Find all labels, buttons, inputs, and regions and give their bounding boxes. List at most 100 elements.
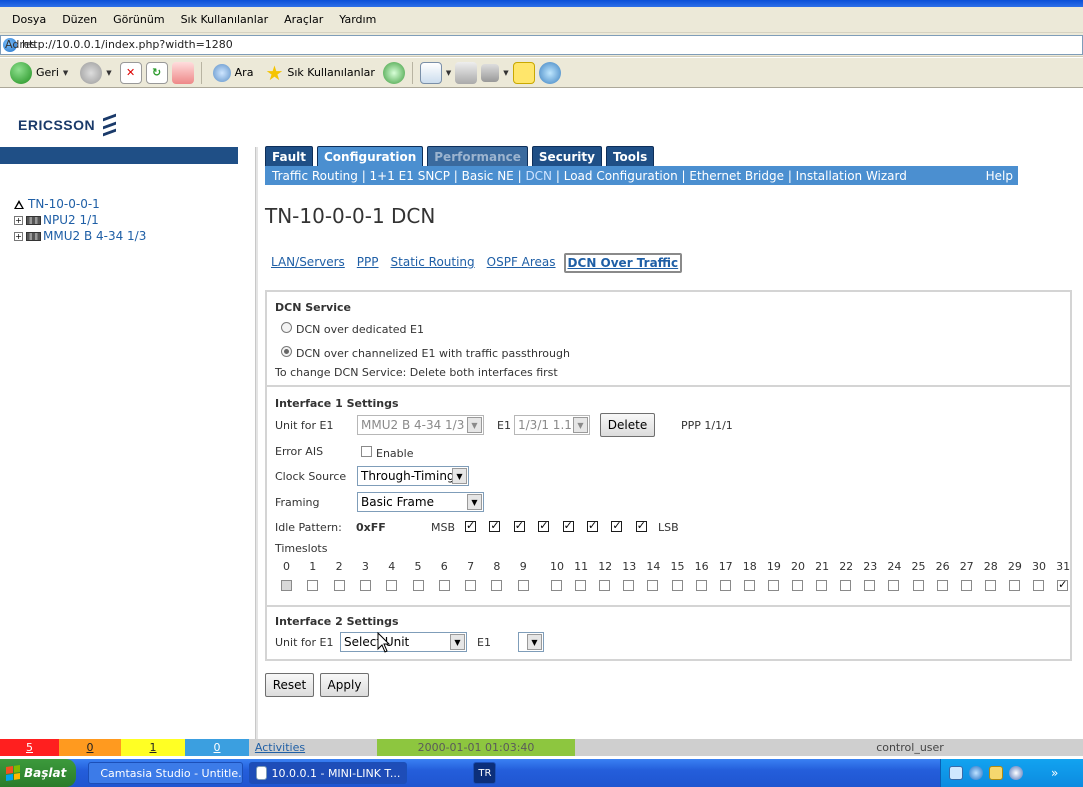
address-input[interactable]: http://10.0.0.1/index.php?width=1280 <box>0 34 1083 55</box>
subtab-lan-servers[interactable]: LAN/Servers <box>267 253 349 273</box>
chevron-down-icon[interactable]: ▼ <box>450 634 465 650</box>
timeslot-checkbox[interactable] <box>491 580 503 591</box>
forward-button[interactable]: ▼ <box>76 60 115 86</box>
search-button[interactable]: Ara <box>209 62 258 84</box>
tree-npu-label[interactable]: NPU2 1/1 <box>43 213 99 227</box>
timeslot-checkbox[interactable] <box>816 580 828 591</box>
timeslot-checkbox[interactable] <box>888 580 900 591</box>
timeslot-checkbox[interactable] <box>864 580 876 591</box>
timeslot-checkbox[interactable] <box>465 580 477 591</box>
timeslot-checkbox[interactable] <box>960 580 972 591</box>
chevron-down-icon[interactable]: ▼ <box>106 69 111 77</box>
tab-security[interactable]: Security <box>531 146 602 166</box>
refresh-icon[interactable]: ↻ <box>145 61 168 84</box>
chevron-down-icon[interactable]: ▼ <box>503 69 508 77</box>
taskbar-item-browser[interactable]: 10.0.0.1 - MINI-LINK T... <box>249 762 408 784</box>
error-ais-checkbox[interactable] <box>361 446 372 457</box>
menu-view[interactable]: Görünüm <box>105 13 172 26</box>
timeslot-checkbox[interactable] <box>333 580 345 591</box>
timeslot-checkbox[interactable] <box>719 580 731 591</box>
menu-edit[interactable]: Düzen <box>54 13 105 26</box>
timeslot-checkbox[interactable] <box>695 580 707 591</box>
idle-bit-checkbox[interactable] <box>562 519 574 532</box>
timeslot-checkbox[interactable] <box>438 580 450 591</box>
mail-icon[interactable] <box>419 61 442 84</box>
chevron-down-icon[interactable]: ▼ <box>63 69 68 77</box>
timeslot-checkbox[interactable] <box>517 580 529 591</box>
timeslot-checkbox[interactable] <box>936 580 948 591</box>
idle-bit-checkbox[interactable] <box>538 519 550 532</box>
note-icon[interactable] <box>512 61 535 84</box>
timeslot-checkbox[interactable] <box>386 580 398 591</box>
tab-tools[interactable]: Tools <box>605 146 655 166</box>
subnav-sncp[interactable]: 1+1 E1 SNCP <box>370 169 450 183</box>
timeslot-checkbox[interactable] <box>984 580 996 591</box>
start-button[interactable]: Başlat <box>0 759 77 787</box>
expand-icon[interactable]: + <box>14 215 23 225</box>
home-icon[interactable] <box>171 61 194 84</box>
timeslot-checkbox[interactable] <box>792 580 803 591</box>
timeslot-checkbox[interactable] <box>743 580 755 591</box>
language-indicator[interactable]: TR <box>473 762 497 784</box>
menu-favorites[interactable]: Sık Kullanılanlar <box>173 13 277 26</box>
tray-expand-icon[interactable]: » <box>1051 766 1058 780</box>
idle-bit-checkbox[interactable] <box>465 519 476 532</box>
subtab-ospf-areas[interactable]: OSPF Areas <box>483 253 560 273</box>
timeslot-checkbox[interactable] <box>1057 578 1069 591</box>
alarm-major-count[interactable]: 0 <box>59 739 121 756</box>
subnav-dcn[interactable]: DCN <box>525 169 552 183</box>
tray-ie-icon[interactable] <box>969 766 983 780</box>
timeslot-checkbox[interactable] <box>412 580 424 591</box>
tray-media-icon[interactable] <box>1009 766 1023 780</box>
reset-button[interactable]: Reset <box>265 673 314 697</box>
subnav-load-configuration[interactable]: Load Configuration <box>564 169 678 183</box>
idle-bit-checkbox[interactable] <box>513 519 525 532</box>
unit-e1-select-2[interactable]: Select Unit ▼ <box>340 632 467 652</box>
chevron-down-icon[interactable]: ▼ <box>467 494 482 510</box>
taskbar-item-camtasia[interactable]: Camtasia Studio - Untitle... <box>88 762 244 784</box>
subtab-static-routing[interactable]: Static Routing <box>387 253 479 273</box>
chevron-down-icon[interactable]: ▼ <box>446 69 451 77</box>
chevron-down-icon[interactable]: ▼ <box>527 634 542 650</box>
activities-link[interactable]: Activities <box>249 739 311 756</box>
idle-bit-checkbox[interactable] <box>587 519 598 532</box>
menu-file[interactable]: Dosya <box>4 13 54 26</box>
tab-fault[interactable]: Fault <box>265 146 313 166</box>
pane-splitter[interactable] <box>255 147 258 739</box>
timeslot-checkbox[interactable] <box>551 580 562 591</box>
subnav-installation-wizard[interactable]: Installation Wizard <box>796 169 907 183</box>
timeslot-checkbox[interactable] <box>1033 580 1044 591</box>
timeslot-checkbox[interactable] <box>575 580 587 591</box>
timeslot-checkbox[interactable] <box>671 580 683 591</box>
alarm-critical-count[interactable]: 5 <box>0 739 59 756</box>
favorites-button[interactable]: ★ Sık Kullanılanlar <box>261 59 378 87</box>
timeslot-checkbox[interactable] <box>1008 580 1020 591</box>
back-button[interactable]: Geri ▼ <box>6 60 72 86</box>
timeslot-checkbox[interactable] <box>623 580 635 591</box>
alarm-minor-count[interactable]: 1 <box>121 739 185 756</box>
subtab-ppp[interactable]: PPP <box>353 253 383 273</box>
menu-tools[interactable]: Araçlar <box>276 13 331 26</box>
expand-icon[interactable]: + <box>14 231 23 241</box>
alarm-warning-count[interactable]: 0 <box>185 739 249 756</box>
tray-folder-icon[interactable] <box>989 766 1003 780</box>
messenger-icon[interactable] <box>538 61 561 84</box>
tree-root-label[interactable]: TN-10-0-0-1 <box>28 197 100 211</box>
timeslot-checkbox[interactable] <box>840 580 852 591</box>
radio-dedicated-e1[interactable] <box>281 322 292 333</box>
timeslot-checkbox[interactable] <box>912 580 924 591</box>
stop-icon[interactable]: ✕ <box>119 61 142 84</box>
edit-icon[interactable] <box>481 63 500 82</box>
timeslot-checkbox[interactable] <box>599 580 611 591</box>
idle-bit-checkbox[interactable] <box>635 519 647 532</box>
idle-bit-checkbox[interactable] <box>611 519 623 532</box>
timeslot-checkbox[interactable] <box>307 580 319 591</box>
delete-button[interactable]: Delete <box>600 413 655 437</box>
e1-select-2[interactable]: ▼ <box>518 632 544 652</box>
tree-node-mmu[interactable]: + MMU2 B 4-34 1/3 <box>14 228 146 244</box>
subnav-ethernet-bridge[interactable]: Ethernet Bridge <box>689 169 784 183</box>
radio-channelized-e1[interactable] <box>281 346 292 357</box>
subnav-basic-ne[interactable]: Basic NE <box>462 169 514 183</box>
tab-configuration[interactable]: Configuration <box>316 146 424 166</box>
tray-app-icon[interactable] <box>949 766 963 780</box>
